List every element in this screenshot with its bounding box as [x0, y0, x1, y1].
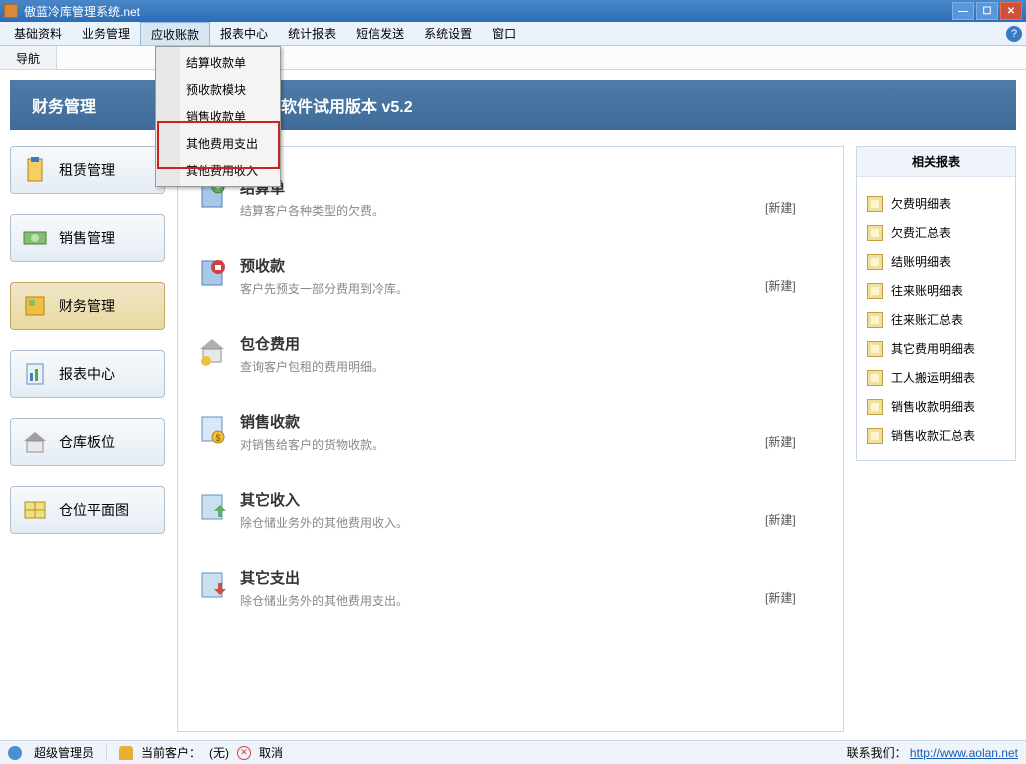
maximize-button[interactable]: ☐: [976, 2, 998, 20]
module-sales-receipt[interactable]: $ 销售收款对销售给客户的货物收款。 [新建]: [196, 411, 825, 453]
report-icon: [867, 196, 883, 212]
report-other-fee-detail[interactable]: 其它费用明细表: [857, 334, 1015, 363]
report-ledger-summary[interactable]: 往来账汇总表: [857, 305, 1015, 334]
module-storage-fee[interactable]: 包仓费用查询客户包租的费用明细。: [196, 333, 825, 375]
new-settlement-link[interactable]: [新建]: [765, 199, 825, 216]
report-arrears-detail[interactable]: 欠费明细表: [857, 189, 1015, 218]
menu-stats[interactable]: 统计报表: [278, 22, 346, 45]
nav-lease[interactable]: 租赁管理: [10, 146, 165, 194]
storage-fee-icon: [196, 335, 228, 367]
menubar: 基础资料 业务管理 应收账款 报表中心 统计报表 短信发送 系统设置 窗口 ?: [0, 22, 1026, 46]
other-income-icon: [196, 491, 228, 523]
banner-version: 软件试用版本 v5.2: [177, 80, 1016, 130]
report-icon: [867, 254, 883, 270]
menu-window[interactable]: 窗口: [482, 22, 526, 45]
report-worker-detail[interactable]: 工人搬运明细表: [857, 363, 1015, 392]
module-settlement[interactable]: + 结算单结算客户各种类型的欠费。 [新建]: [196, 177, 825, 219]
user-icon: [8, 746, 22, 760]
contact-label: 联系我们：: [847, 746, 907, 760]
status-customer-label: 当前客户：: [141, 744, 201, 761]
minimize-button[interactable]: —: [952, 2, 974, 20]
report-icon: [867, 370, 883, 386]
report-icon: [867, 283, 883, 299]
nav-reports[interactable]: 报表中心: [10, 350, 165, 398]
prepay-icon: [196, 257, 228, 289]
app-icon: [4, 4, 18, 18]
report-arrears-summary[interactable]: 欠费汇总表: [857, 218, 1015, 247]
menu-settings[interactable]: 系统设置: [414, 22, 482, 45]
status-user: 超级管理员: [34, 744, 94, 761]
dd-item-prepay-module[interactable]: 预收款模块: [158, 76, 278, 103]
nav-sales[interactable]: 销售管理: [10, 214, 165, 262]
report-icon: [867, 341, 883, 357]
report-sales-receipt-summary[interactable]: 销售收款汇总表: [857, 421, 1015, 450]
window-title: 傲蓝冷库管理系统.net: [24, 3, 950, 20]
main-content-panel: + 结算单结算客户各种类型的欠费。 [新建] 预收款客户先预支一部分费用到冷库。…: [177, 146, 844, 736]
new-other-income-link[interactable]: [新建]: [765, 511, 825, 528]
clipboard-icon: [21, 156, 49, 184]
dd-item-other-income[interactable]: 其他费用收入: [158, 157, 278, 184]
grid-icon: [21, 496, 49, 524]
menu-basic-data[interactable]: 基础资料: [4, 22, 72, 45]
report-icon: [867, 428, 883, 444]
contact-link[interactable]: http://www.aolan.net: [910, 746, 1018, 760]
house-icon: [21, 428, 49, 456]
new-prepay-link[interactable]: [新建]: [765, 277, 825, 294]
menu-reports[interactable]: 报表中心: [210, 22, 278, 45]
sales-receipt-icon: $: [196, 413, 228, 445]
tab-row: 导航: [0, 46, 1026, 70]
new-sales-receipt-link[interactable]: [新建]: [765, 433, 825, 450]
close-button[interactable]: ✕: [1000, 2, 1022, 20]
other-expense-icon: [196, 569, 228, 601]
dd-item-other-expense[interactable]: 其他费用支出: [158, 130, 278, 157]
related-reports-title: 相关报表: [857, 147, 1015, 177]
statusbar: 超级管理员 当前客户： (无) ✕ 取消 联系我们： http://www.ao…: [0, 740, 1026, 764]
module-other-expense[interactable]: 其它支出除仓储业务外的其他费用支出。 [新建]: [196, 567, 825, 609]
report-ledger-detail[interactable]: 往来账明细表: [857, 276, 1015, 305]
nav-floorplan[interactable]: 仓位平面图: [10, 486, 165, 534]
status-cancel[interactable]: 取消: [259, 744, 283, 761]
module-prepay[interactable]: 预收款客户先预支一部分费用到冷库。 [新建]: [196, 255, 825, 297]
report-icon: [867, 225, 883, 241]
banner-title: 财务管理: [10, 80, 177, 130]
related-reports-column: 相关报表 欠费明细表 欠费汇总表 结账明细表 往来账明细表 往来账汇总表 其它费…: [856, 146, 1016, 736]
status-customer-value: (无): [209, 744, 229, 761]
nav-finance[interactable]: 财务管理: [10, 282, 165, 330]
new-other-expense-link[interactable]: [新建]: [765, 589, 825, 606]
customer-icon: [119, 746, 133, 760]
report-sales-receipt-detail[interactable]: 销售收款明细表: [857, 392, 1015, 421]
dd-item-sales-receipt[interactable]: 销售收款单: [158, 103, 278, 130]
cancel-icon[interactable]: ✕: [237, 746, 251, 760]
titlebar: 傲蓝冷库管理系统.net — ☐ ✕: [0, 0, 1026, 22]
dropdown-receivable: 结算收款单 预收款模块 销售收款单 其他费用支出 其他费用收入: [155, 46, 281, 187]
report-icon: [21, 360, 49, 388]
help-icon[interactable]: ?: [1006, 26, 1022, 42]
module-other-income[interactable]: 其它收入除仓储业务外的其他费用收入。 [新建]: [196, 489, 825, 531]
nav-panel: 租赁管理 销售管理 财务管理 报表中心 仓库板位 仓位平面图: [10, 146, 165, 736]
report-settlement-detail[interactable]: 结账明细表: [857, 247, 1015, 276]
menu-receivable[interactable]: 应收账款: [140, 22, 210, 45]
menu-sms[interactable]: 短信发送: [346, 22, 414, 45]
menu-business[interactable]: 业务管理: [72, 22, 140, 45]
svg-text:$: $: [215, 433, 220, 443]
tab-nav[interactable]: 导航: [0, 46, 57, 69]
cash-icon: [21, 224, 49, 252]
dd-item-settlement-receipt[interactable]: 结算收款单: [158, 49, 278, 76]
nav-warehouse[interactable]: 仓库板位: [10, 418, 165, 466]
finance-icon: [21, 292, 49, 320]
report-icon: [867, 312, 883, 328]
report-icon: [867, 399, 883, 415]
